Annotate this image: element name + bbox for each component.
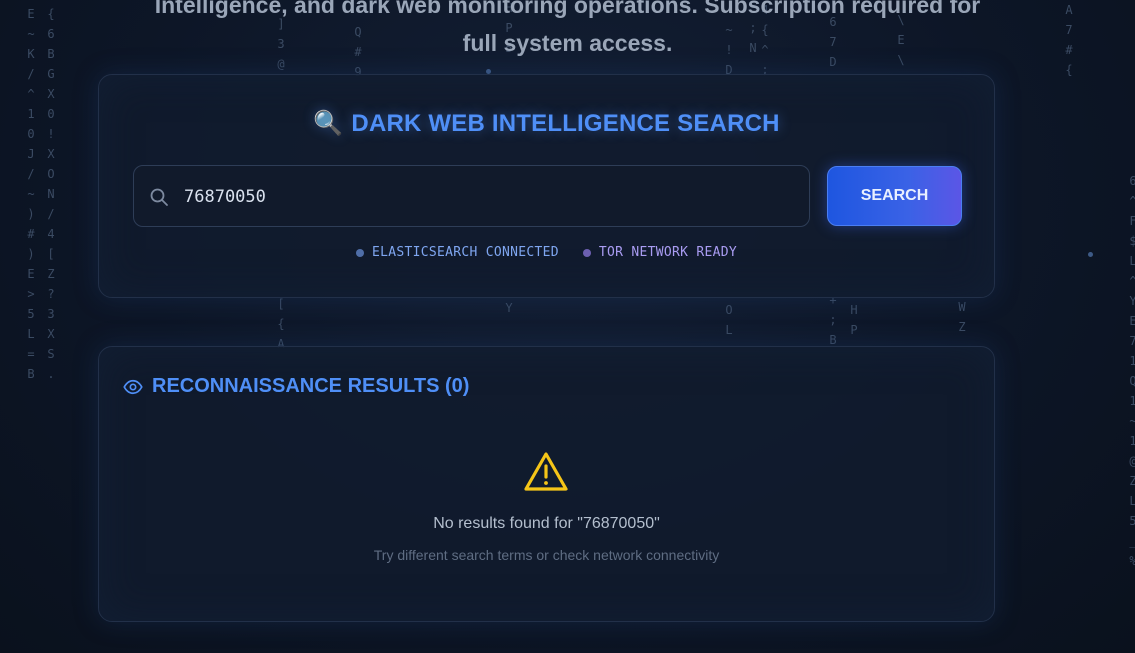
matrix-column: O L bbox=[725, 303, 733, 337]
warning-icon bbox=[524, 452, 568, 491]
results-title: RECONNAISSANCE RESULTS (0) bbox=[152, 375, 470, 397]
status-elasticsearch: ELASTICSEARCH CONNECTED bbox=[355, 245, 559, 260]
search-panel-title: 🔍 DARK WEB INTELLIGENCE SEARCH bbox=[99, 109, 994, 138]
connection-status: ELASTICSEARCH CONNECTED TOR NETWORK READ… bbox=[99, 245, 994, 260]
magnifier-emoji-icon: 🔍 bbox=[313, 110, 344, 137]
search-button[interactable]: SEARCH bbox=[827, 166, 962, 226]
empty-results-hint: Try different search terms or check netw… bbox=[373, 547, 720, 563]
matrix-column: [ { A bbox=[277, 297, 285, 351]
search-title-text: DARK WEB INTELLIGENCE SEARCH bbox=[351, 110, 780, 137]
hero-description: Intelligence, and dark web monitoring op… bbox=[0, 0, 1135, 62]
page: E ~ K / ^ 1 0 J / ~ ) # ) E > 5 L = B { … bbox=[0, 0, 1135, 653]
background-dot bbox=[1088, 252, 1093, 257]
status-dot-icon bbox=[582, 248, 591, 257]
hero-line: full system access. bbox=[462, 30, 673, 56]
matrix-column: 6 ^ F $ L ^ Y E 7 1 Q 1 ~ 1 @ Z L 5 _ % bbox=[1129, 174, 1135, 568]
matrix-column: + ; B bbox=[829, 293, 837, 347]
results-header: RECONNAISSANCE RESULTS (0) bbox=[123, 375, 469, 398]
search-icon bbox=[150, 188, 168, 206]
status-label: TOR NETWORK READY bbox=[598, 245, 738, 260]
search-input[interactable] bbox=[182, 166, 796, 228]
matrix-column: W Z bbox=[958, 300, 966, 334]
status-dot-icon bbox=[355, 248, 364, 257]
hero-line: Intelligence, and dark web monitoring op… bbox=[154, 0, 981, 18]
status-tor: TOR NETWORK READY bbox=[582, 245, 738, 260]
results-panel: RECONNAISSANCE RESULTS (0) No results fo… bbox=[98, 346, 995, 622]
search-panel: 🔍 DARK WEB INTELLIGENCE SEARCH SEARCH ELA… bbox=[98, 74, 995, 298]
matrix-column: Y bbox=[505, 301, 513, 315]
empty-results-message: No results found for "76870050" bbox=[433, 515, 660, 532]
matrix-column: H P bbox=[850, 303, 858, 337]
search-box[interactable] bbox=[133, 165, 810, 228]
eye-icon bbox=[123, 379, 143, 394]
status-label: ELASTICSEARCH CONNECTED bbox=[371, 245, 559, 260]
